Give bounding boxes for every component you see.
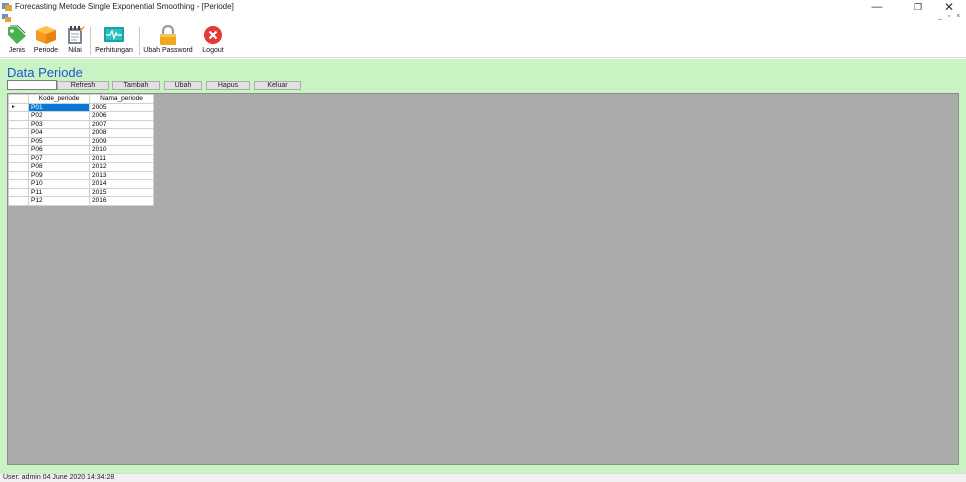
table-row[interactable]: P02 2006 [8, 111, 154, 121]
box-icon [36, 26, 56, 44]
toolbar-periode-button[interactable]: Periode [31, 24, 61, 57]
refresh-button[interactable]: Refresh [57, 81, 109, 90]
toolbar-label: Nilai [68, 47, 82, 54]
mdi-menu-bar: _ ▫ × [0, 13, 966, 23]
column-header-kode-periode[interactable]: Kode_periode [28, 94, 90, 104]
search-input[interactable] [7, 80, 57, 90]
table-row[interactable]: P11 2015 [8, 187, 154, 197]
cell-kode-periode[interactable]: P01 [28, 102, 90, 112]
cell-nama-periode[interactable]: 2007 [89, 119, 154, 129]
close-button[interactable]: ✕ [934, 0, 964, 14]
restore-button[interactable]: ❐ [903, 0, 933, 14]
toolbar-jenis-button[interactable]: Jenis [4, 24, 30, 57]
cell-kode-periode[interactable]: P11 [28, 187, 90, 197]
toolbar-perhitungan-button[interactable]: Perhitungan [92, 24, 136, 57]
row-header[interactable] [8, 153, 29, 163]
tambah-button[interactable]: Tambah [112, 81, 160, 90]
title-bar: Forecasting Metode Single Exponential Sm… [0, 0, 966, 14]
table-row[interactable]: ► P01 2005 [8, 102, 154, 112]
toolbar-logout-button[interactable]: Logout [197, 24, 229, 57]
cell-nama-periode[interactable]: 2013 [89, 170, 154, 180]
toolbar-nilai-button[interactable]: Nilai [63, 24, 87, 57]
minimize-button[interactable]: — [862, 0, 892, 14]
table-row[interactable]: P08 2012 [8, 162, 154, 172]
cell-kode-periode[interactable]: P06 [28, 145, 90, 155]
table-row[interactable]: P04 2008 [8, 128, 154, 138]
table-row[interactable]: P05 2009 [8, 136, 154, 146]
hapus-button[interactable]: Hapus [206, 81, 250, 90]
cell-kode-periode[interactable]: P04 [28, 128, 90, 138]
column-header-nama-periode[interactable]: Nama_periode [89, 94, 154, 104]
cell-nama-periode[interactable]: 2005 [89, 102, 154, 112]
table-row[interactable]: P10 2014 [8, 179, 154, 189]
toolbar-label: Ubah Password [143, 47, 193, 54]
cell-kode-periode[interactable]: P12 [28, 196, 90, 206]
row-header[interactable] [8, 119, 29, 129]
close-circle-icon [204, 26, 222, 44]
data-grid-panel[interactable]: Kode_periode Nama_periode ► P01 2005 P02… [7, 93, 959, 465]
toolbar-separator [90, 27, 91, 55]
cell-nama-periode[interactable]: 2010 [89, 145, 154, 155]
ubah-button[interactable]: Ubah [164, 81, 202, 90]
toolbar-ubah-password-button[interactable]: Ubah Password [141, 24, 195, 57]
cell-kode-periode[interactable]: P03 [28, 119, 90, 129]
status-bar: User: admin 04 June 2020 14:34:28 [0, 473, 966, 482]
row-header[interactable] [8, 196, 29, 206]
cell-kode-periode[interactable]: P09 [28, 170, 90, 180]
app-icon [2, 3, 12, 11]
cell-kode-periode[interactable]: P08 [28, 162, 90, 172]
table-row[interactable]: P07 2011 [8, 153, 154, 163]
padlock-icon [160, 25, 176, 45]
toolbar-label: Logout [202, 47, 224, 54]
cell-nama-periode[interactable]: 2006 [89, 111, 154, 121]
row-header[interactable] [8, 187, 29, 197]
status-user-datetime: User: admin 04 June 2020 14:34:28 [3, 474, 115, 481]
toolbar: Jenis Periode Nilai Perhitungan Ubah Pas… [0, 23, 966, 58]
tag-icon [8, 25, 26, 44]
row-header[interactable] [8, 170, 29, 180]
row-header[interactable] [8, 128, 29, 138]
row-header[interactable] [8, 111, 29, 121]
cell-nama-periode[interactable]: 2011 [89, 153, 154, 163]
cell-kode-periode[interactable]: P05 [28, 136, 90, 146]
grid-header-row: Kode_periode Nama_periode [8, 94, 154, 104]
row-selector-icon[interactable]: ► [8, 102, 29, 112]
row-header[interactable] [8, 136, 29, 146]
window-title: Forecasting Metode Single Exponential Sm… [15, 2, 234, 11]
cell-nama-periode[interactable]: 2008 [89, 128, 154, 138]
keluar-button[interactable]: Keluar [254, 81, 301, 90]
cell-kode-periode[interactable]: P10 [28, 179, 90, 189]
toolbar-label: Perhitungan [95, 47, 133, 54]
pulse-monitor-icon [104, 27, 124, 42]
table-row[interactable]: P12 2016 [8, 196, 154, 206]
cell-nama-periode[interactable]: 2016 [89, 196, 154, 206]
table-row[interactable]: P09 2013 [8, 170, 154, 180]
row-header[interactable] [8, 179, 29, 189]
table-row[interactable]: P03 2007 [8, 119, 154, 129]
row-header-corner[interactable] [8, 94, 29, 104]
cell-nama-periode[interactable]: 2009 [89, 136, 154, 146]
row-header[interactable] [8, 162, 29, 172]
periode-data-grid[interactable]: Kode_periode Nama_periode ► P01 2005 P02… [8, 94, 154, 206]
child-window-icon[interactable] [2, 14, 11, 22]
cell-nama-periode[interactable]: 2012 [89, 162, 154, 172]
toolbar-separator [139, 27, 140, 55]
table-row[interactable]: P06 2010 [8, 145, 154, 155]
cell-nama-periode[interactable]: 2015 [89, 187, 154, 197]
row-header[interactable] [8, 145, 29, 155]
notepad-icon [68, 26, 85, 44]
page-title: Data Periode [7, 65, 83, 80]
periode-form: Data Periode Refresh Tambah Ubah Hapus K… [0, 59, 966, 473]
toolbar-label: Jenis [8, 47, 26, 54]
mdi-window-controls[interactable]: _ ▫ × [938, 13, 962, 20]
cell-kode-periode[interactable]: P02 [28, 111, 90, 121]
toolbar-label: Periode [33, 47, 59, 54]
cell-nama-periode[interactable]: 2014 [89, 179, 154, 189]
cell-kode-periode[interactable]: P07 [28, 153, 90, 163]
